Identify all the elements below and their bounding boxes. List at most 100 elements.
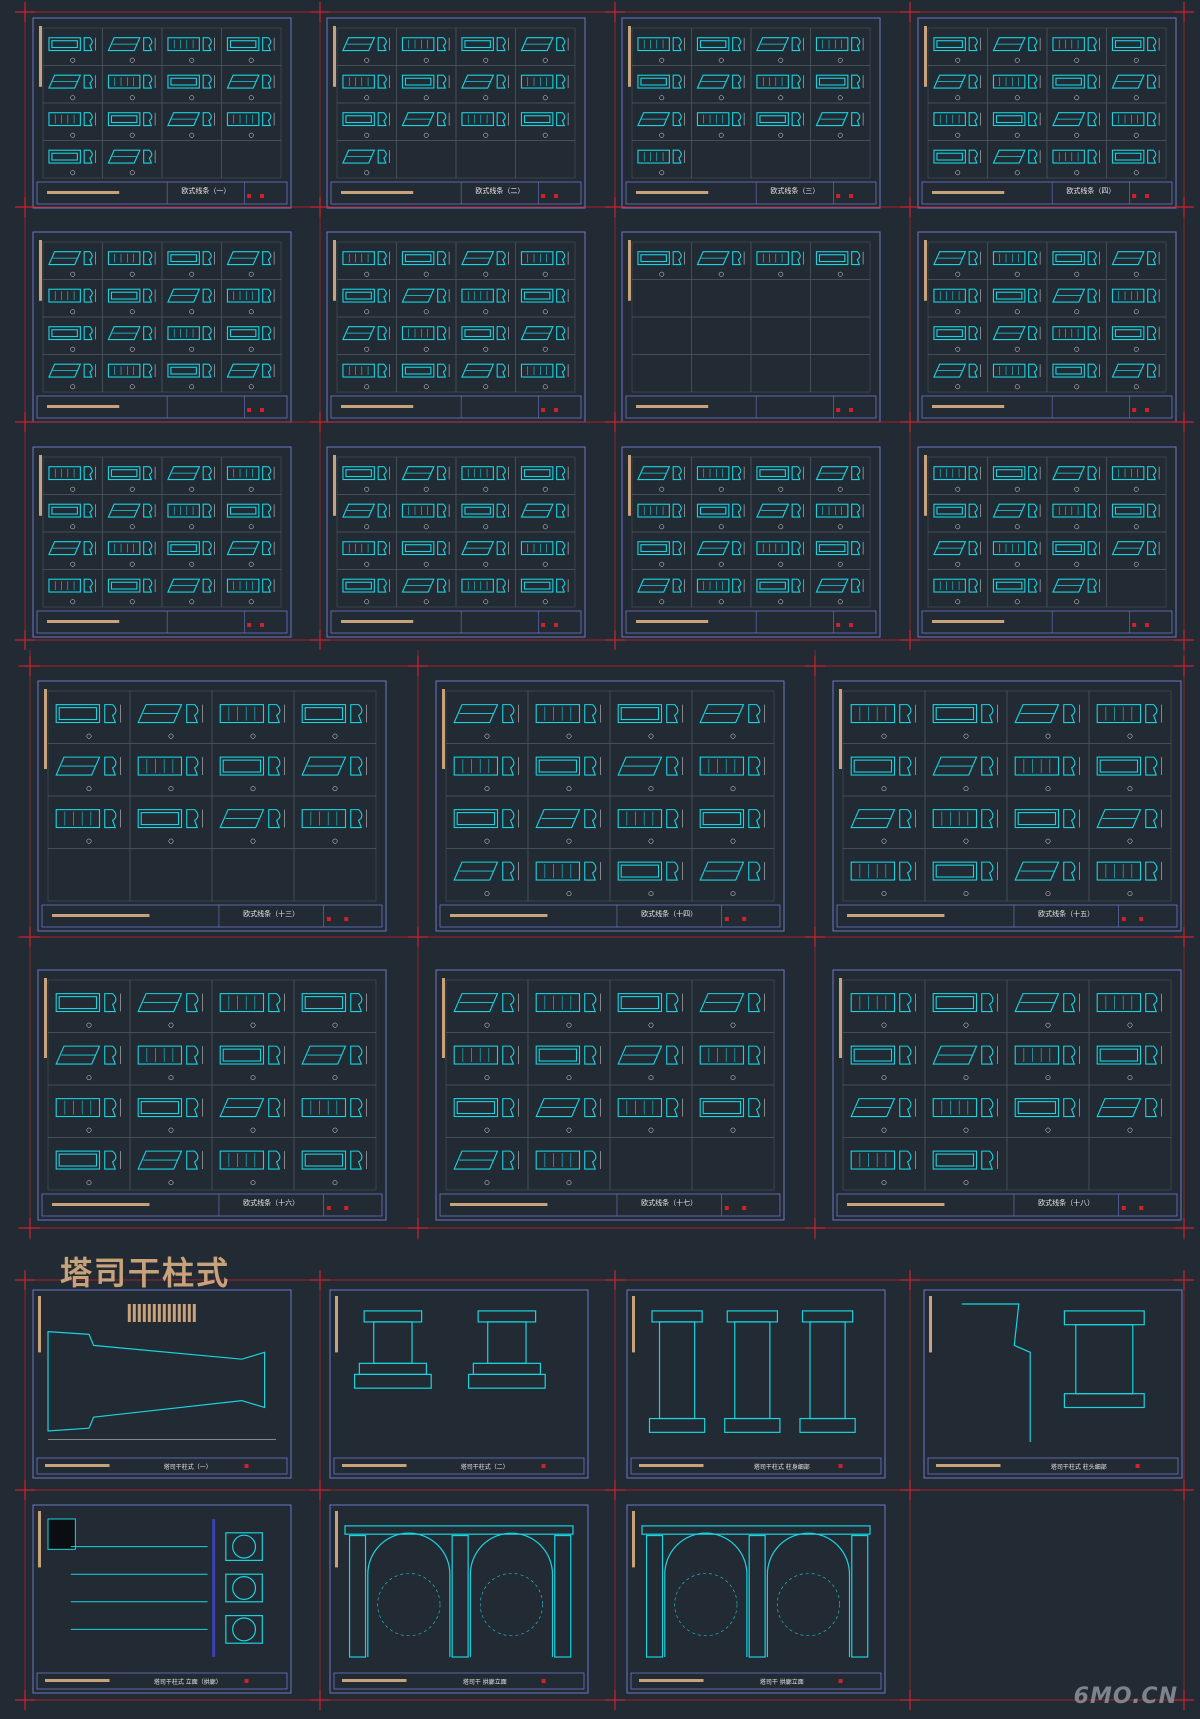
sheet-cell: [396, 569, 457, 608]
sheet-accent-bar: [335, 1511, 338, 1568]
hatch-block: [142, 1304, 146, 1322]
sheet-accent-bar: [333, 240, 336, 301]
cell-number-marker: [1133, 95, 1139, 101]
sheet-cell: [1046, 569, 1107, 608]
cell-number-marker: [483, 309, 489, 315]
molding-body: [992, 251, 1026, 266]
sheet-cell: [691, 316, 752, 355]
sheet-accent-bar: [333, 26, 336, 87]
molding-profile: [143, 288, 153, 303]
sheet-cell: [396, 316, 457, 355]
molding-profile: [1028, 541, 1038, 556]
sheet-cell: [47, 1084, 131, 1138]
molding-inner: [1017, 1101, 1057, 1115]
molding-profile: [1028, 288, 1038, 303]
molding-inner: [759, 469, 786, 478]
molding-body: [1052, 541, 1085, 556]
sheet-cell: [445, 979, 529, 1033]
title-block-mark: [260, 623, 265, 627]
molding-profile: [437, 74, 447, 89]
molding-profile: [502, 1150, 515, 1170]
sheet-cell: [515, 494, 576, 533]
molding-body: [696, 503, 730, 518]
molding-profile: [262, 251, 272, 266]
sheet-frame: [329, 1504, 589, 1694]
sheet-cell: [336, 354, 397, 393]
cell-number-marker: [778, 486, 784, 492]
molding-profile: [1063, 861, 1076, 881]
molding-inner: [110, 581, 138, 590]
molding-profile: [1145, 809, 1158, 829]
sheet-cell: [161, 27, 222, 66]
molding-body: [699, 1045, 745, 1065]
molding-body: [342, 578, 375, 593]
arch: [664, 1532, 748, 1657]
sheet-cell: [691, 354, 752, 393]
sheet-cell: [1046, 102, 1107, 141]
cell-number-marker: [1133, 346, 1139, 352]
molding-profile: [83, 74, 93, 89]
molding-inner: [222, 759, 262, 773]
sheet-cell: [455, 531, 516, 570]
sheet-cell: [1088, 743, 1172, 797]
sheet-cell: [924, 1084, 1008, 1138]
cell-number-marker: [332, 786, 338, 792]
title-block-mark: [836, 408, 841, 412]
cell-number-marker: [129, 132, 135, 138]
molding-inner: [818, 544, 846, 553]
molding-body: [48, 326, 81, 341]
molding-body: [815, 37, 849, 52]
pier: [748, 1534, 766, 1658]
cell-number-marker: [881, 733, 887, 739]
molding-profile: [83, 288, 93, 303]
sheet-cell: [987, 241, 1048, 280]
molding-profile: [1028, 251, 1038, 266]
molding-profile: [377, 326, 387, 341]
molding-body: [992, 578, 1026, 593]
sheet-cell: [1106, 241, 1167, 280]
sheet-accent-bar: [632, 1296, 635, 1353]
sheet-cell: [842, 1084, 926, 1138]
molding-profile: [672, 74, 682, 89]
drawing-sheet: [621, 231, 881, 423]
cell-number-marker: [837, 524, 843, 530]
sheet-cell: [527, 848, 611, 902]
sheet-cell: [221, 531, 282, 570]
sheet-cell: [691, 241, 752, 280]
molding-profile: [1147, 363, 1157, 378]
molding-profile: [1028, 74, 1038, 89]
drawing-sheet: [326, 231, 586, 423]
cell-number-marker: [332, 838, 338, 844]
molding-body: [342, 288, 375, 303]
cell-number-marker: [332, 1075, 338, 1081]
sheet-cell: [42, 241, 103, 280]
column-drawing-sheet: 塔司干柱式（二）: [329, 1289, 589, 1479]
molding-body: [850, 1150, 896, 1170]
molding-inner: [538, 759, 578, 773]
molding-body: [815, 251, 849, 266]
molding-profile: [672, 541, 682, 556]
cell-number-marker: [963, 733, 969, 739]
drawing-sheet: 欧式线条（一）: [32, 17, 292, 209]
molding-body: [1111, 288, 1145, 303]
cell-number-marker: [484, 786, 490, 792]
sheet-cell: [515, 316, 576, 355]
molding-body: [1096, 704, 1142, 724]
molding-body: [992, 541, 1026, 556]
cell-number-marker: [70, 57, 76, 63]
sheet-cell: [42, 456, 103, 495]
cell-number-marker: [778, 561, 784, 567]
molding-profile: [968, 288, 978, 303]
cell-number-marker: [881, 1075, 887, 1081]
sheet-cell: [129, 1084, 213, 1138]
sheet-cell: [396, 494, 457, 533]
cell-number-marker: [881, 838, 887, 844]
molding-profile: [968, 37, 978, 52]
molding-profile: [791, 578, 801, 593]
sheet-cell: [102, 531, 163, 570]
hatch-block: [127, 1304, 131, 1322]
sheet-cell: [336, 316, 397, 355]
cell-number-marker: [168, 733, 174, 739]
molding-profile: [968, 541, 978, 556]
molding-inner: [1099, 1048, 1139, 1062]
